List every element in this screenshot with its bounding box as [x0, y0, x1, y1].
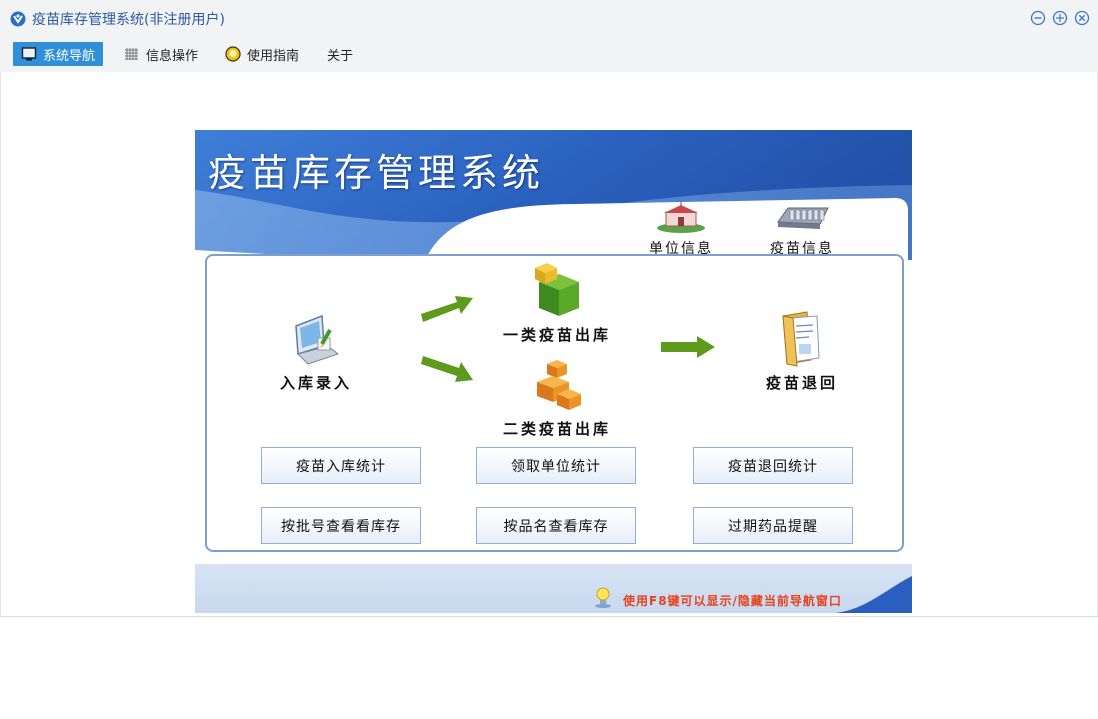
navigation-panel: 疫苗库存管理系统 单位信息 疫苗信息 入库录入 一类疫苗出库 二类疫苗出库 疫苗…	[195, 130, 912, 613]
stock-by-product-button[interactable]: 按品名查看库存	[476, 507, 636, 544]
menu-bar: 系统导航 信息操作 使用指南 关于	[0, 38, 1098, 72]
lightbulb-icon	[595, 587, 611, 608]
class1-outbound-label: 一类疫苗出库	[502, 326, 611, 344]
window-title: 疫苗库存管理系统(非注册用户)	[32, 12, 225, 28]
menu-item-system-nav[interactable]: 系统导航	[13, 42, 104, 66]
receiving-unit-stats-button[interactable]: 领取单位统计	[476, 447, 636, 484]
help-icon	[225, 46, 241, 62]
return-stats-button[interactable]: 疫苗退回统计	[693, 447, 853, 484]
maximize-icon[interactable]	[1052, 10, 1068, 26]
expiry-reminder-button[interactable]: 过期药品提醒	[693, 507, 853, 544]
close-icon[interactable]	[1074, 10, 1090, 26]
green-boxes-icon	[535, 263, 579, 316]
vaccine-tray-icon	[777, 207, 829, 229]
vaccine-info-link[interactable]: 疫苗信息	[762, 202, 842, 258]
menu-item-label: 系统导航	[43, 48, 96, 64]
class1-outbound-node[interactable]: 一类疫苗出库	[497, 258, 617, 345]
computer-entry-icon	[295, 314, 340, 365]
building-icon	[657, 202, 705, 233]
menu-item-label: 关于	[327, 48, 354, 64]
footer-wave-decoration	[835, 576, 912, 613]
grid-icon	[125, 48, 138, 60]
stock-by-batch-button[interactable]: 按批号查看看库存	[261, 507, 421, 544]
system-title: 疫苗库存管理系统	[208, 151, 545, 195]
vaccine-return-label: 疫苗退回	[765, 374, 838, 392]
vaccine-return-node[interactable]: 疫苗退回	[757, 308, 847, 393]
unit-info-link[interactable]: 单位信息	[641, 202, 721, 258]
app-logo-icon	[10, 11, 26, 27]
menu-item-label: 使用指南	[247, 48, 300, 64]
orange-boxes-icon	[537, 360, 581, 410]
arrow-down-right-icon	[421, 356, 473, 382]
monitor-icon	[21, 47, 37, 61]
inbound-entry-node[interactable]: 入库录入	[271, 312, 361, 393]
inbound-stats-button[interactable]: 疫苗入库统计	[261, 447, 421, 484]
arrow-up-right-icon	[421, 296, 473, 322]
class2-outbound-node[interactable]: 二类疫苗出库	[497, 356, 617, 439]
f8-tip-text: 使用F8键可以显示/隐藏当前导航窗口	[623, 594, 842, 608]
arrow-right-icon	[661, 336, 715, 358]
minimize-icon[interactable]	[1030, 10, 1046, 26]
inbound-entry-label: 入库录入	[279, 374, 352, 392]
menu-item-info-ops[interactable]: 信息操作	[124, 42, 198, 66]
document-folder-icon	[782, 311, 820, 367]
menu-item-user-guide[interactable]: 使用指南	[225, 42, 299, 66]
menu-item-label: 信息操作	[146, 48, 199, 64]
class2-outbound-label: 二类疫苗出库	[502, 420, 611, 438]
title-bar: 疫苗库存管理系统(非注册用户)	[0, 0, 1098, 38]
menu-item-about[interactable]: 关于	[327, 42, 353, 66]
